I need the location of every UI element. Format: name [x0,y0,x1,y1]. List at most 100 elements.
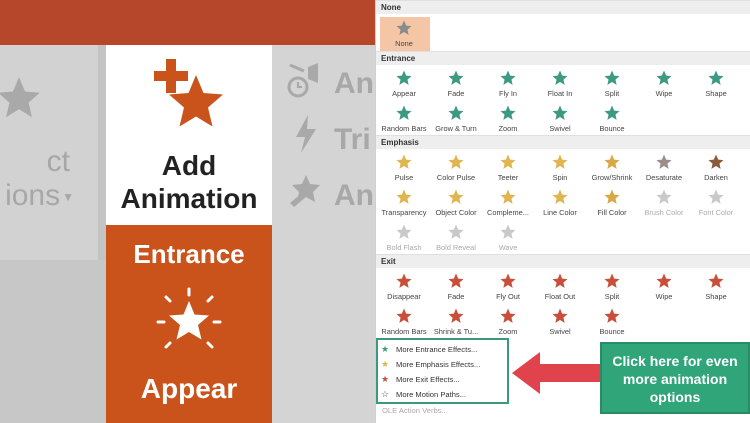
effect-entrance-wipe[interactable]: Wipe [638,67,690,101]
effect-label: Fly In [498,89,518,98]
effect-label: Zoom [498,124,518,133]
star-icon [396,20,412,35]
effect-entrance-split[interactable]: Split [586,67,638,101]
appear-effect-panel[interactable]: Entrance Appear [106,225,272,423]
effect-entrance-zoom[interactable]: Zoom [482,102,534,136]
effect-emphasis-desaturate[interactable]: Desaturate [638,151,690,185]
effect-exit-disappear[interactable]: Disappear [378,270,430,304]
star-icon [396,308,412,323]
star-icon [552,308,568,323]
effect-emphasis-grow-shrink[interactable]: Grow/Shrink [586,151,638,185]
effect-entrance-bounce[interactable]: Bounce [586,102,638,136]
effect-label: Brush Color [644,208,684,217]
effect-label: Bold Reveal [436,243,476,252]
effect-emphasis-fill-color[interactable]: Fill Color [586,186,638,220]
effect-label: Bounce [599,327,625,336]
star-icon [656,273,672,288]
effect-exit-fade[interactable]: Fade [430,270,482,304]
effect-label: Line Color [543,208,577,217]
effect-exit-random-bars[interactable]: Random Bars [378,305,430,339]
effect-label: Desaturate [645,173,683,182]
effect-label: Split [604,292,620,301]
callout-line-2: more animation [622,371,728,387]
effect-exit-zoom[interactable]: Zoom [482,305,534,339]
effect-label: Compleme... [487,208,529,217]
effect-emphasis-darken[interactable]: Darken [690,151,742,185]
effect-exit-split[interactable]: Split [586,270,638,304]
star-icon [656,154,672,169]
star-icon [604,189,620,204]
effect-exit-wipe[interactable]: Wipe [638,270,690,304]
effect-entrance-fly-in[interactable]: Fly In [482,67,534,101]
animation-pane-icon [287,63,318,98]
effect-label: Font Color [698,208,734,217]
ribbon-zoom: ct ions ▼ Add Animation Entrance Appear … [0,0,375,423]
appear-burst-icon [156,287,222,349]
effect-exit-shape[interactable]: Shape [690,270,742,304]
effect-emphasis-transparency[interactable]: Transparency [378,186,430,220]
effect-emphasis-brush-color[interactable]: Brush Color [638,186,690,220]
effect-label: Object Color [435,208,477,217]
effect-emphasis-line-color[interactable]: Line Color [534,186,586,220]
animation-pane-label: An [334,67,374,100]
effect-emphasis-color-pulse[interactable]: Color Pulse [430,151,482,185]
effect-entrance-appear[interactable]: Appear [378,67,430,101]
effect-emphasis-spin[interactable]: Spin [534,151,586,185]
more-motion-paths-link[interactable]: ☆ More Motion Paths... [381,389,466,400]
effect-label: Fade [447,89,465,98]
effect-none-none[interactable]: None [378,17,430,51]
effect-exit-swivel[interactable]: Swivel [534,305,586,339]
effect-emphasis-teeter[interactable]: Teeter [482,151,534,185]
effect-label: Split [604,89,620,98]
effect-emphasis-font-color[interactable]: Font Color [690,186,742,220]
callout-arrow-icon [512,352,600,394]
more-entrance-effects-link[interactable]: ★ More Entrance Effects... [381,344,477,355]
star-icon [448,70,464,85]
add-animation-button[interactable]: Add Animation [106,45,272,225]
effect-emphasis-bold-flash[interactable]: Bold Flash [378,221,430,255]
more-entrance-label: More Entrance Effects... [396,345,478,354]
effect-label: Pulse [394,173,414,182]
effect-entrance-shape[interactable]: Shape [690,67,742,101]
ole-action-verbs-link[interactable]: OLE Action Verbs... [382,406,448,415]
star-icon [604,273,620,288]
effect-options-label: ions [5,179,61,212]
more-emphasis-effects-link[interactable]: ★ More Emphasis Effects... [381,359,480,370]
star-icon [708,189,724,204]
star-icon [708,273,724,288]
star-icon [448,273,464,288]
ribbon-title-bar [0,0,375,45]
effect-entrance-fade[interactable]: Fade [430,67,482,101]
effect-emphasis-bold-reveal[interactable]: Bold Reveal [430,221,482,255]
effect-exit-fly-out[interactable]: Fly Out [482,270,534,304]
star-icon [396,105,412,120]
callout-line-1: Click here for even [612,353,738,369]
effect-label: Shape [705,292,727,301]
more-exit-effects-link[interactable]: ★ More Exit Effects... [381,374,460,385]
effect-exit-shrink-tu[interactable]: Shrink & Tu... [430,305,482,339]
effect-exit-bounce[interactable]: Bounce [586,305,638,339]
effect-emphasis-pulse[interactable]: Pulse [378,151,430,185]
star-icon [604,308,620,323]
effect-exit-float-out[interactable]: Float Out [534,270,586,304]
effect-emphasis-compleme[interactable]: Compleme... [482,186,534,220]
more-effects-box: ★ More Entrance Effects... ★ More Emphasis… [376,338,509,404]
timing-group: An Tri An [272,45,375,423]
effect-label: Grow & Turn [435,124,477,133]
effect-entrance-grow-turn[interactable]: Grow & Turn [430,102,482,136]
effect-entrance-float-in[interactable]: Float In [534,67,586,101]
effect-entrance-swivel[interactable]: Swivel [534,102,586,136]
effect-emphasis-object-color[interactable]: Object Color [430,186,482,220]
red-star-icon: ★ [381,374,390,384]
effect-emphasis-wave[interactable]: Wave [482,221,534,255]
star-icon [552,154,568,169]
star-icon [604,105,620,120]
star-icon [500,224,516,239]
star-icon [0,77,40,118]
callout-box: Click here for even more animation optio… [600,342,750,414]
effect-label: Transparency [381,208,427,217]
effect-label: Shrink & Tu... [433,327,479,336]
star-icon [552,189,568,204]
star-icon [448,105,464,120]
effect-entrance-random-bars[interactable]: Random Bars [378,102,430,136]
